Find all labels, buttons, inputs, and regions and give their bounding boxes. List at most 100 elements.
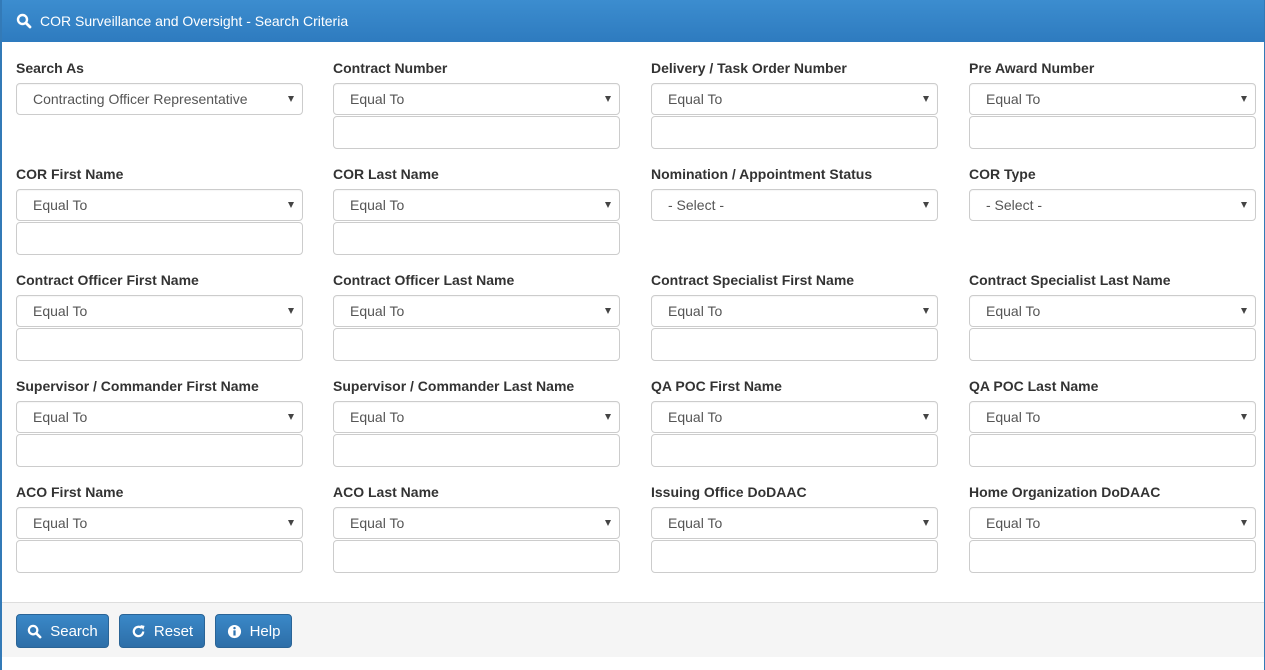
contract-number-input[interactable] xyxy=(333,116,620,149)
supervisor-commander-last-name-selected-value: Equal To xyxy=(350,402,404,432)
home-organization-dodaac-selected-value: Equal To xyxy=(986,508,1040,538)
cor-last-name-input[interactable] xyxy=(333,222,620,255)
caret-down-icon xyxy=(1241,96,1247,102)
pre-award-number-operator-select[interactable]: Equal To xyxy=(969,83,1256,115)
qa-poc-first-name-label: QA POC First Name xyxy=(651,376,938,396)
contract-officer-last-name-selected-value: Equal To xyxy=(350,296,404,326)
caret-down-icon xyxy=(605,414,611,420)
panel-footer: Search Reset Help xyxy=(2,602,1264,657)
qa-poc-first-name-operator-select[interactable]: Equal To xyxy=(651,401,938,433)
supervisor-commander-first-name-input[interactable] xyxy=(16,434,303,467)
contract-specialist-last-name-input[interactable] xyxy=(969,328,1256,361)
contract-specialist-last-name-operator-select[interactable]: Equal To xyxy=(969,295,1256,327)
help-button[interactable]: Help xyxy=(215,614,292,648)
contract-officer-first-name-input[interactable] xyxy=(16,328,303,361)
field-pre-award-number: Pre Award NumberEqual To xyxy=(969,58,1256,149)
reset-button-label: Reset xyxy=(154,623,193,640)
cor-type-selected-value: - Select - xyxy=(986,190,1042,220)
cor-type-label: COR Type xyxy=(969,164,1256,184)
contract-number-operator-select[interactable]: Equal To xyxy=(333,83,620,115)
issuing-office-dodaac-operator-select[interactable]: Equal To xyxy=(651,507,938,539)
info-icon xyxy=(227,624,242,639)
search-as-selected-value: Contracting Officer Representative xyxy=(33,84,248,114)
contract-officer-first-name-operator-select[interactable]: Equal To xyxy=(16,295,303,327)
caret-down-icon xyxy=(923,202,929,208)
issuing-office-dodaac-input[interactable] xyxy=(651,540,938,573)
caret-down-icon xyxy=(1241,202,1247,208)
supervisor-commander-first-name-label: Supervisor / Commander First Name xyxy=(16,376,303,396)
refresh-icon xyxy=(131,624,146,639)
supervisor-commander-last-name-label: Supervisor / Commander Last Name xyxy=(333,376,620,396)
caret-down-icon xyxy=(605,96,611,102)
qa-poc-first-name-selected-value: Equal To xyxy=(668,402,722,432)
qa-poc-last-name-operator-select[interactable]: Equal To xyxy=(969,401,1256,433)
contract-specialist-last-name-label: Contract Specialist Last Name xyxy=(969,270,1256,290)
search-icon xyxy=(16,13,32,29)
field-aco-first-name: ACO First Name Equal To xyxy=(16,482,303,573)
cor-type-operator-select[interactable]: - Select - xyxy=(969,189,1256,221)
qa-poc-last-name-label: QA POC Last Name xyxy=(969,376,1256,396)
caret-down-icon xyxy=(923,96,929,102)
field-cor-type: COR Type - Select - xyxy=(969,164,1256,221)
field-home-organization-dodaac: Home Organization DoDAACEqual To xyxy=(969,482,1256,573)
supervisor-commander-last-name-input[interactable] xyxy=(333,434,620,467)
delivery-task-order-number-operator-select[interactable]: Equal To xyxy=(651,83,938,115)
caret-down-icon xyxy=(923,414,929,420)
help-button-label: Help xyxy=(250,623,281,640)
contract-specialist-first-name-operator-select[interactable]: Equal To xyxy=(651,295,938,327)
aco-last-name-selected-value: Equal To xyxy=(350,508,404,538)
nomination-appointment-status-selected-value: - Select - xyxy=(668,190,724,220)
field-qa-poc-first-name: QA POC First Name Equal To xyxy=(651,376,938,467)
supervisor-commander-last-name-operator-select[interactable]: Equal To xyxy=(333,401,620,433)
field-contract-officer-last-name: Contract Officer Last NameEqual To xyxy=(333,270,620,361)
qa-poc-last-name-selected-value: Equal To xyxy=(986,402,1040,432)
caret-down-icon xyxy=(1241,414,1247,420)
cor-first-name-operator-select[interactable]: Equal To xyxy=(16,189,303,221)
cor-last-name-operator-select[interactable]: Equal To xyxy=(333,189,620,221)
reset-button[interactable]: Reset xyxy=(119,614,205,648)
caret-down-icon xyxy=(605,520,611,526)
contract-specialist-first-name-label: Contract Specialist First Name xyxy=(651,270,938,290)
aco-first-name-operator-select[interactable]: Equal To xyxy=(16,507,303,539)
aco-last-name-input[interactable] xyxy=(333,540,620,573)
caret-down-icon xyxy=(923,308,929,314)
caret-down-icon xyxy=(605,308,611,314)
aco-first-name-label: ACO First Name xyxy=(16,482,303,502)
field-cor-first-name: COR First NameEqual To xyxy=(16,164,303,255)
search-criteria-panel: COR Surveillance and Oversight - Search … xyxy=(0,0,1265,670)
caret-down-icon xyxy=(1241,520,1247,526)
contract-specialist-first-name-input[interactable] xyxy=(651,328,938,361)
caret-down-icon xyxy=(288,202,294,208)
nomination-appointment-status-label: Nomination / Appointment Status xyxy=(651,164,938,184)
qa-poc-last-name-input[interactable] xyxy=(969,434,1256,467)
field-contract-specialist-first-name: Contract Specialist First Name Equal To xyxy=(651,270,938,361)
contract-officer-last-name-operator-select[interactable]: Equal To xyxy=(333,295,620,327)
nomination-appointment-status-operator-select[interactable]: - Select - xyxy=(651,189,938,221)
field-contract-officer-first-name: Contract Officer First NameEqual To xyxy=(16,270,303,361)
page-bottom xyxy=(2,657,1264,670)
field-supervisor-commander-first-name: Supervisor / Commander First Name Equal T… xyxy=(16,376,303,467)
search-button-label: Search xyxy=(50,623,98,640)
qa-poc-first-name-input[interactable] xyxy=(651,434,938,467)
pre-award-number-input[interactable] xyxy=(969,116,1256,149)
home-organization-dodaac-input[interactable] xyxy=(969,540,1256,573)
home-organization-dodaac-operator-select[interactable]: Equal To xyxy=(969,507,1256,539)
search-as-operator-select[interactable]: Contracting Officer Representative xyxy=(16,83,303,115)
aco-first-name-input[interactable] xyxy=(16,540,303,573)
cor-last-name-label: COR Last Name xyxy=(333,164,620,184)
caret-down-icon xyxy=(923,520,929,526)
search-button[interactable]: Search xyxy=(16,614,109,648)
aco-first-name-selected-value: Equal To xyxy=(33,508,87,538)
caret-down-icon xyxy=(288,414,294,420)
caret-down-icon xyxy=(288,96,294,102)
delivery-task-order-number-input[interactable] xyxy=(651,116,938,149)
pre-award-number-selected-value: Equal To xyxy=(986,84,1040,114)
supervisor-commander-first-name-operator-select[interactable]: Equal To xyxy=(16,401,303,433)
field-nomination-appointment-status: Nomination / Appointment Status - Select … xyxy=(651,164,938,221)
caret-down-icon xyxy=(1241,308,1247,314)
contract-officer-last-name-input[interactable] xyxy=(333,328,620,361)
aco-last-name-operator-select[interactable]: Equal To xyxy=(333,507,620,539)
field-search-as: Search AsContracting Officer Representat… xyxy=(16,58,303,115)
caret-down-icon xyxy=(288,308,294,314)
cor-first-name-input[interactable] xyxy=(16,222,303,255)
